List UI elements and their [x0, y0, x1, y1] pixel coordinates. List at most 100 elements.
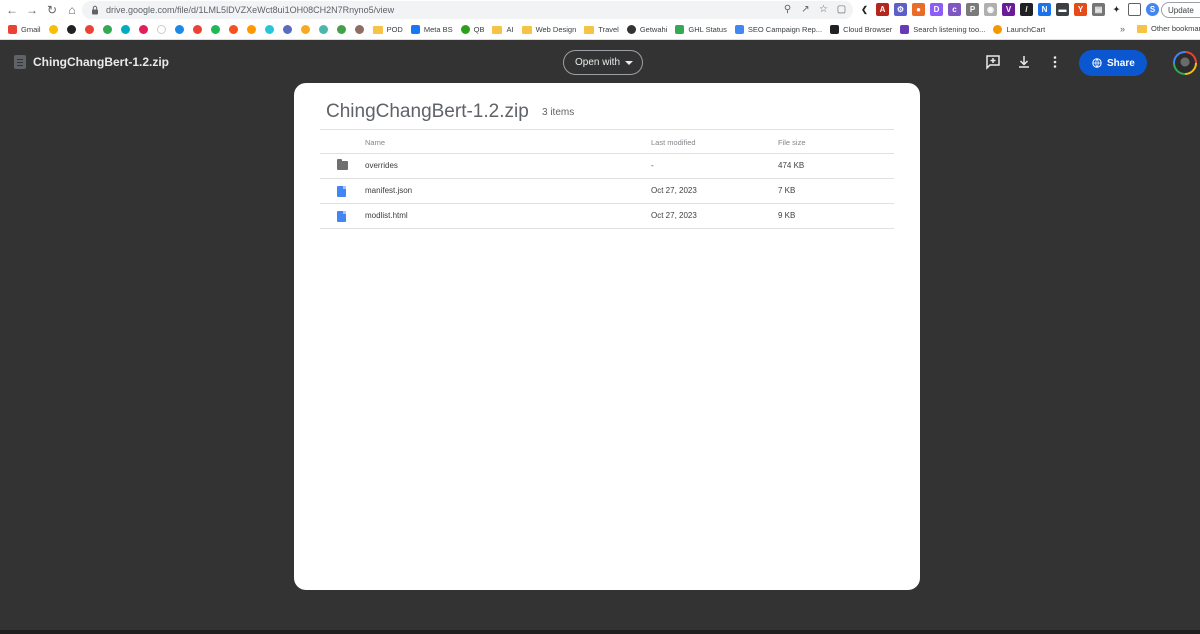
bookmark-cloudflare-icon[interactable] — [246, 25, 256, 34]
n-extension-icon[interactable]: N — [1038, 3, 1051, 16]
table-row[interactable]: manifest.json Oct 27, 2023 7 KB — [320, 179, 894, 204]
side-panel-icon[interactable] — [1128, 3, 1141, 16]
bookmark-seo-campaign[interactable]: SEO Campaign Rep... — [734, 25, 822, 34]
url-text: drive.google.com/file/d/1LML5lDVZXeWct8u… — [106, 5, 395, 15]
table-row[interactable]: overrides - 474 KB — [320, 154, 894, 179]
pen-extension-icon[interactable]: / — [1020, 3, 1033, 16]
bookmark-openai-icon[interactable] — [318, 25, 328, 34]
red-extension-icon[interactable]: Y — [1074, 3, 1087, 16]
gear-extension-icon[interactable]: ⚙ — [894, 3, 907, 16]
bookmark-heart-icon[interactable] — [264, 25, 274, 34]
add-comment-icon[interactable] — [985, 54, 1001, 70]
row-modified: Oct 27, 2023 — [651, 211, 697, 220]
bookmark-brown-icon[interactable] — [354, 25, 364, 34]
home-icon[interactable]: ⌂ — [62, 0, 82, 20]
file-title: ChingChangBert-1.2.zip — [33, 55, 170, 69]
row-name: overrides — [365, 161, 398, 170]
bookmark-orange-icon[interactable] — [228, 25, 238, 34]
bookmark-c-icon[interactable] — [174, 25, 184, 34]
bookmark-chrome3-icon[interactable] — [102, 25, 112, 34]
bookmark-chrome2-icon[interactable] — [84, 25, 94, 34]
bottom-strip — [0, 630, 1200, 634]
bookmark-chrome-icon[interactable] — [48, 25, 58, 34]
column-header-name: Name — [365, 138, 386, 147]
quickbooks-icon — [460, 25, 470, 34]
update-button[interactable]: Update — [1161, 2, 1200, 18]
bookmark-cloud2-icon[interactable] — [120, 25, 130, 34]
column-header-modified: Last modified — [651, 138, 696, 147]
bookmark-cloud-icon[interactable] — [66, 25, 76, 34]
profile-icon[interactable]: S — [1146, 3, 1159, 16]
pdf-extension-icon[interactable]: A — [876, 3, 889, 16]
color-extension-icon[interactable]: ● — [912, 3, 925, 16]
bookmark-green-icon[interactable] — [336, 25, 346, 34]
archive-preview-card: ChingChangBert-1.2.zip 3 items Name Last… — [294, 83, 920, 590]
open-with-button[interactable]: Open with — [563, 50, 643, 75]
bookmark-meta-bs[interactable]: Meta BS — [410, 25, 453, 34]
globe-icon — [1092, 58, 1102, 68]
screen-extension-icon[interactable]: ▬ — [1056, 3, 1069, 16]
folder-icon — [584, 25, 595, 34]
bookmark-launchcart[interactable]: LaunchCart — [993, 25, 1045, 34]
reload-icon[interactable]: ↻ — [42, 0, 62, 20]
row-modified: Oct 27, 2023 — [651, 186, 697, 195]
file-icon — [337, 186, 346, 197]
bookmark-red-icon[interactable] — [192, 25, 202, 34]
share-page-icon[interactable]: ↗ — [800, 4, 811, 15]
table-row[interactable]: modlist.html Oct 27, 2023 9 KB — [320, 204, 894, 229]
bookmark-slack-icon[interactable] — [138, 25, 148, 34]
bookmark-web-design[interactable]: Web Design — [521, 25, 576, 34]
bookmark-ai[interactable]: AI — [492, 25, 514, 34]
bookmark-s-icon[interactable] — [282, 25, 292, 34]
bookmark-search-listening[interactable]: Search listening too... — [900, 25, 985, 34]
row-name: manifest.json — [365, 186, 413, 195]
row-size: 474 KB — [778, 161, 805, 170]
archive-table: Name Last modified File size overrides -… — [320, 129, 894, 229]
ghl-icon — [675, 25, 685, 34]
bookmark-star-icon[interactable]: ☆ — [818, 4, 829, 15]
pinterest-extension-icon[interactable]: P — [966, 3, 979, 16]
meta-icon — [410, 25, 420, 34]
bookmark-getwahi[interactable]: Getwahi — [626, 25, 667, 34]
share-label: Share — [1107, 57, 1135, 69]
more-options-icon[interactable] — [1047, 54, 1063, 70]
cloud-browser-icon — [830, 25, 840, 34]
bookmark-grid-icon[interactable] — [156, 25, 166, 34]
puzzle-icon[interactable]: ✦ — [1110, 3, 1123, 16]
file-icon — [337, 211, 346, 222]
bookmark-bulb-icon[interactable] — [300, 25, 310, 34]
zoom-icon[interactable]: ⚲ — [782, 4, 793, 15]
browser-toolbar: ← → ↻ ⌂ drive.google.com/file/d/1LML5lDV… — [0, 0, 1200, 20]
account-avatar[interactable] — [1173, 51, 1197, 75]
globe-extension-icon[interactable]: ◉ — [984, 3, 997, 16]
share-button[interactable]: Share — [1079, 50, 1147, 76]
d-extension-icon[interactable]: D — [930, 3, 943, 16]
open-with-label: Open with — [575, 57, 621, 68]
bookmark-gmail[interactable]: Gmail — [8, 25, 41, 34]
more-bookmarks-chevron-icon[interactable]: » — [1120, 24, 1125, 34]
row-size: 9 KB — [778, 211, 796, 220]
bookmark-qb[interactable]: QB — [460, 25, 484, 34]
bookmark-ghl-status[interactable]: GHL Status — [675, 25, 727, 34]
image-extension-icon[interactable]: ▤ — [1092, 3, 1105, 16]
forward-arrow-icon[interactable]: → — [22, 0, 42, 20]
caret-down-icon — [625, 61, 633, 65]
bookmark-cloud-browser[interactable]: Cloud Browser — [830, 25, 892, 34]
c-extension-icon[interactable]: c — [948, 3, 961, 16]
back-arrow-icon[interactable]: ← — [2, 0, 22, 20]
gmail-icon — [8, 25, 17, 34]
download-icon[interactable] — [1016, 54, 1032, 70]
seo-icon — [734, 25, 744, 34]
caret-left-icon[interactable]: ❮ — [858, 3, 871, 16]
other-bookmarks[interactable]: Other bookmarks — [1137, 24, 1200, 33]
row-modified: - — [651, 161, 654, 170]
folder-icon — [521, 25, 532, 34]
address-bar[interactable]: drive.google.com/file/d/1LML5lDVZXeWct8u… — [82, 1, 853, 19]
bookmarks-bar: Gmail POD Meta BS QB AI Web Design Trave… — [0, 20, 1200, 40]
bookmark-p-icon[interactable] — [210, 25, 220, 34]
v-extension-icon[interactable]: V — [1002, 3, 1015, 16]
folder-icon — [492, 25, 503, 34]
sidebar-icon[interactable]: ▢ — [836, 4, 847, 15]
bookmark-travel[interactable]: Travel — [584, 25, 619, 34]
bookmark-pod[interactable]: POD — [372, 25, 403, 34]
